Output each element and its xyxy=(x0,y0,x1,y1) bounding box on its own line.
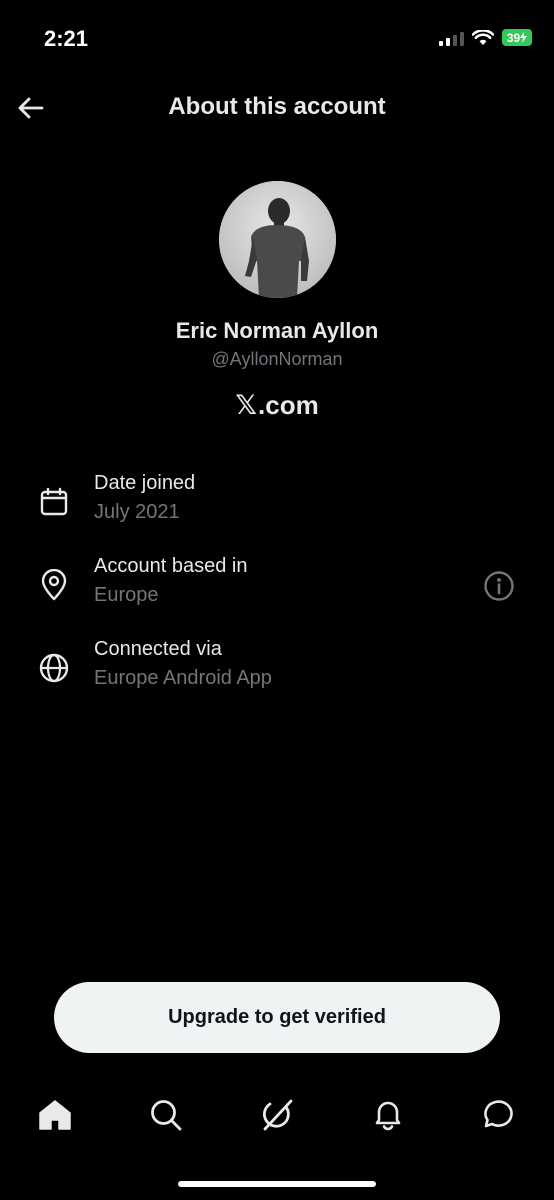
grok-icon xyxy=(262,1099,293,1131)
info-value: Europe xyxy=(94,584,159,606)
battery-indicator: 39 xyxy=(502,29,532,46)
search-icon xyxy=(151,1100,182,1131)
status-icons: 39 xyxy=(439,29,532,46)
info-icon xyxy=(484,571,514,601)
location-pin-icon xyxy=(36,567,72,603)
screen: 2:21 39 About this account Eric Norman A… xyxy=(0,0,554,1200)
home-indicator xyxy=(178,1181,376,1187)
info-value: July 2021 xyxy=(94,501,180,523)
avatar[interactable] xyxy=(219,181,336,298)
site-link[interactable]: 𝕏 .com xyxy=(0,390,554,421)
display-name: Eric Norman Ayllon xyxy=(175,318,379,343)
chat-bubble-icon xyxy=(484,1100,513,1128)
bell-icon xyxy=(375,1101,401,1131)
status-time: 2:21 xyxy=(44,26,89,51)
info-row-connected-via: Connected via Europe Android App xyxy=(0,638,554,708)
info-button[interactable] xyxy=(480,567,518,605)
user-handle: @AyllonNorman xyxy=(211,349,343,369)
upgrade-button[interactable]: Upgrade to get verified xyxy=(54,982,500,1053)
status-bar: 2:21 39 xyxy=(0,0,554,80)
charging-bolt-icon xyxy=(520,32,528,43)
nav-home[interactable] xyxy=(31,1091,79,1139)
page-title: About this account xyxy=(168,93,386,120)
wifi-icon xyxy=(472,29,494,45)
info-label: Date joined xyxy=(94,472,196,494)
nav-grok[interactable] xyxy=(253,1091,301,1139)
site-text: .com xyxy=(258,390,319,420)
nav-notifications[interactable] xyxy=(364,1091,412,1139)
cellular-signal-icon xyxy=(439,30,464,46)
nav-messages[interactable] xyxy=(474,1091,522,1139)
header: About this account xyxy=(0,80,554,136)
nav-search[interactable] xyxy=(142,1091,190,1139)
x-logo-icon: 𝕏 xyxy=(235,390,258,421)
avatar-image xyxy=(219,181,336,298)
info-label: Connected via xyxy=(94,638,222,660)
info-row-date-joined: Date joined July 2021 xyxy=(0,472,554,542)
battery-level: 39 xyxy=(506,30,521,45)
home-icon xyxy=(39,1100,71,1130)
info-row-account-based-in: Account based in Europe xyxy=(0,555,554,625)
globe-icon xyxy=(36,650,72,686)
bottom-nav xyxy=(0,1085,554,1145)
calendar-icon xyxy=(36,484,72,520)
info-label: Account based in xyxy=(94,555,248,577)
info-value: Europe Android App xyxy=(94,667,272,689)
